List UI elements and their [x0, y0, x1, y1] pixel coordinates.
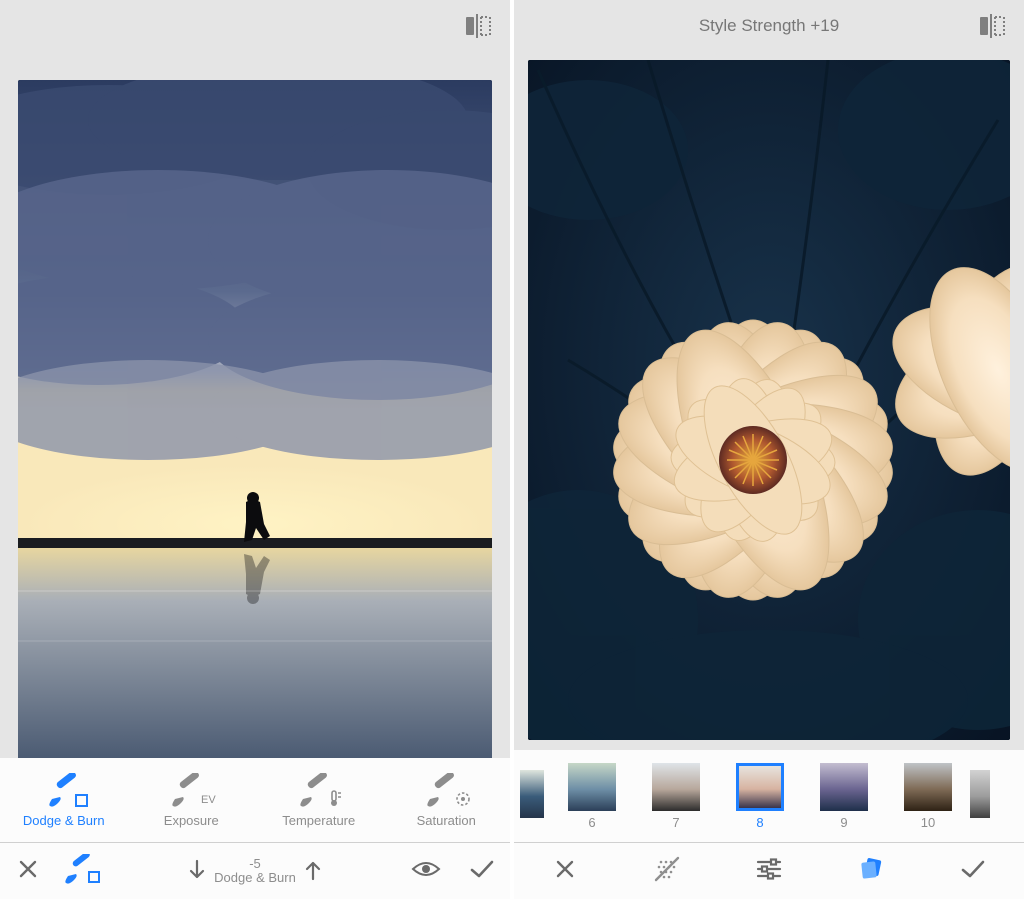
brush-tool-row: Dodge & Burn EV Exposure: [0, 758, 510, 843]
filter-thumb-partial[interactable]: [520, 770, 550, 822]
param-readout: -5 Dodge & Burn: [214, 857, 296, 885]
filter-swatch: [820, 763, 868, 811]
filter-label: 10: [886, 815, 970, 830]
filter-thumb-10[interactable]: 10: [886, 763, 970, 830]
tool-exposure[interactable]: EV Exposure: [134, 773, 249, 828]
right-topbar: Style Strength +19: [514, 0, 1024, 52]
right-photo-canvas[interactable]: [528, 60, 1010, 740]
brush-ev-icon: EV: [161, 773, 221, 807]
tool-saturation[interactable]: Saturation: [389, 773, 504, 828]
brush-thermo-icon: [289, 773, 349, 807]
brush-aperture-icon: [416, 773, 476, 807]
param-value: -5: [249, 857, 261, 871]
decrease-button[interactable]: [188, 858, 206, 885]
style-presets-button[interactable]: [843, 857, 899, 886]
compare-icon[interactable]: [978, 14, 1006, 38]
filter-thumb-8[interactable]: 8: [718, 763, 802, 830]
filter-swatch: [904, 763, 952, 811]
param-name: Dodge & Burn: [214, 871, 296, 885]
filter-label: 7: [634, 815, 718, 830]
compare-icon[interactable]: [464, 14, 492, 38]
preview-eye-button[interactable]: [398, 859, 454, 884]
tune-button[interactable]: [741, 858, 797, 885]
close-button[interactable]: [537, 858, 593, 885]
filter-thumb-7[interactable]: 7: [634, 763, 718, 830]
filter-thumb-9[interactable]: 9: [802, 763, 886, 830]
left-pane: Dodge & Burn EV Exposure: [0, 0, 510, 899]
left-photo-canvas[interactable]: [18, 80, 492, 760]
right-bottom-bar: [514, 843, 1024, 899]
increase-button[interactable]: [304, 858, 322, 885]
filter-thumb-partial[interactable]: [970, 770, 990, 822]
active-brush-icon[interactable]: [56, 854, 112, 889]
left-bottom-bar: -5 Dodge & Burn: [0, 843, 510, 899]
filter-label: 8: [718, 815, 802, 830]
tool-label: Temperature: [282, 813, 355, 828]
tool-label: Saturation: [417, 813, 476, 828]
close-button[interactable]: [0, 858, 56, 885]
left-topbar: [0, 0, 510, 52]
style-strength-label: Style Strength +19: [699, 16, 839, 36]
filter-swatch: [970, 770, 990, 818]
filter-swatch: [568, 763, 616, 811]
apply-button[interactable]: [454, 859, 510, 884]
filter-label: 6: [550, 815, 634, 830]
svg-text:EV: EV: [201, 794, 216, 806]
filter-preset-row[interactable]: 678910: [514, 750, 1024, 843]
tool-label: Dodge & Burn: [23, 813, 105, 828]
tool-temperature[interactable]: Temperature: [261, 773, 376, 828]
mask-off-button[interactable]: [639, 856, 695, 887]
filter-thumb-6[interactable]: 6: [550, 763, 634, 830]
brush-square-icon: [34, 773, 94, 807]
param-stepper: -5 Dodge & Burn: [112, 857, 398, 885]
filter-swatch: [520, 770, 544, 818]
filter-label: 9: [802, 815, 886, 830]
filter-swatch: [736, 763, 784, 811]
right-pane: Style Strength +19: [514, 0, 1024, 899]
tool-dodge-burn[interactable]: Dodge & Burn: [6, 773, 121, 828]
apply-button[interactable]: [945, 859, 1001, 884]
filter-swatch: [652, 763, 700, 811]
tool-label: Exposure: [164, 813, 219, 828]
